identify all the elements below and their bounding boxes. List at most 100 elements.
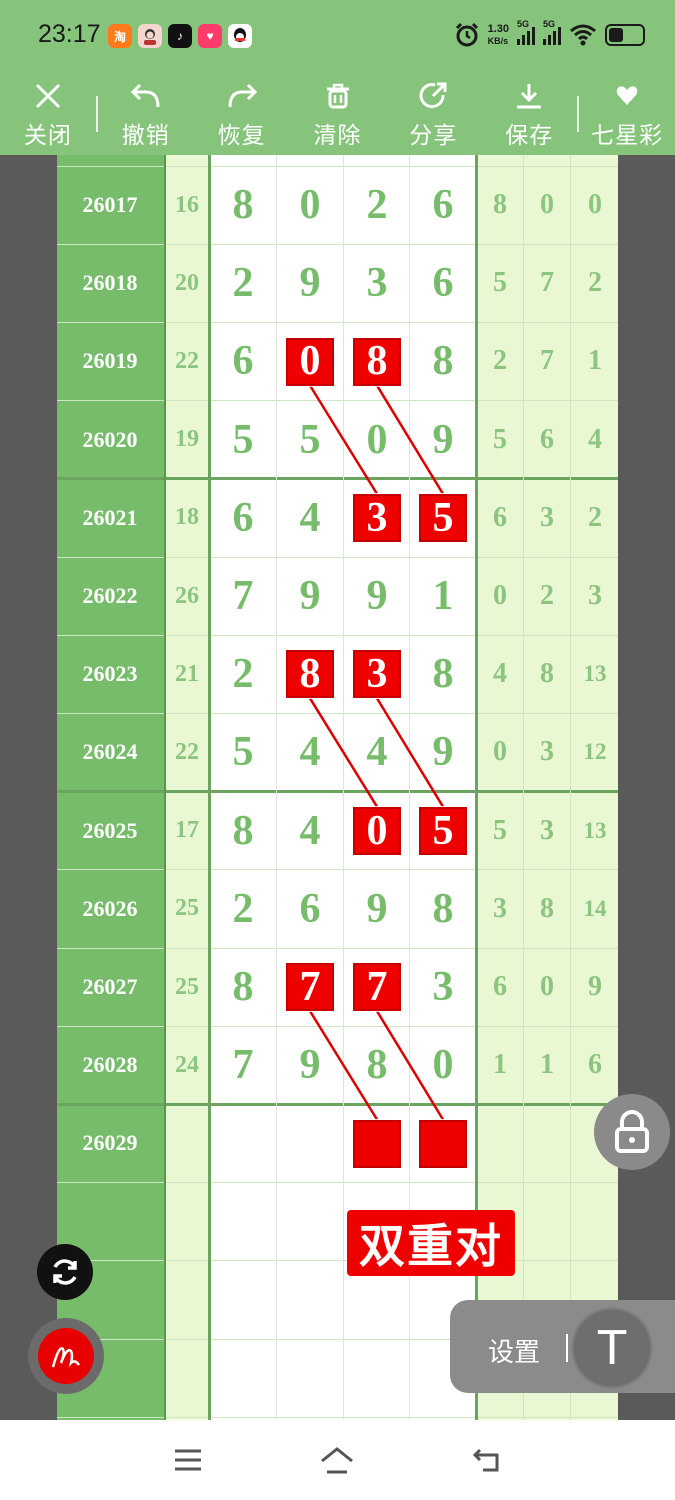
signal-5g-icon-1: 5G: [517, 19, 535, 45]
tail-value: 14: [583, 895, 607, 921]
tail-value: 0: [588, 189, 602, 221]
pen-tool-button[interactable]: [28, 1318, 104, 1394]
digit-cell: 6: [299, 885, 321, 932]
digit-cell: 5: [432, 494, 454, 541]
digit-cell: 2: [232, 651, 254, 698]
tail-value: 0: [493, 736, 507, 768]
sum-value: 21: [175, 660, 199, 687]
digit-cell: 7: [232, 1042, 254, 1089]
digit-cell: [415, 1104, 471, 1182]
digit-cell: 3: [366, 494, 388, 541]
tail-value: 0: [493, 580, 507, 612]
tail-value: 2: [540, 580, 554, 612]
sum-value: 25: [175, 973, 199, 1000]
text-tool-icon: T: [597, 1321, 627, 1375]
tail-value: 9: [588, 971, 602, 1003]
qq-icon: [228, 24, 252, 48]
home-nav-button[interactable]: [307, 1440, 367, 1480]
digit-cell: 3: [366, 260, 388, 307]
tail-value: 6: [540, 423, 554, 455]
tail-value: 13: [583, 661, 607, 687]
digit-cell: 8: [232, 807, 254, 854]
issue-number: 26017: [82, 192, 138, 218]
tail-value: 3: [540, 736, 554, 768]
tail-value: 5: [493, 423, 507, 455]
digit-cell: 3: [432, 964, 454, 1011]
lock-icon: [615, 1110, 649, 1153]
digit-cell: 7: [366, 964, 388, 1011]
lottery-type-dropdown[interactable]: 七星彩: [579, 78, 675, 150]
net-speed-value: 1.30: [487, 23, 509, 35]
clear-label: 清除: [313, 121, 362, 148]
digit-cell: 9: [299, 260, 321, 307]
tail-value: 1: [493, 1049, 507, 1081]
close-label: 关闭: [23, 121, 72, 148]
sum-value: [166, 1104, 208, 1182]
tail-value: 3: [588, 580, 602, 612]
clear-button[interactable]: 清除: [290, 78, 386, 150]
back-icon: [472, 1448, 499, 1472]
lottery-type-label: 七星彩: [591, 121, 664, 148]
digit-cell: 2: [366, 182, 388, 229]
sum-value: 18: [175, 504, 199, 531]
trash-icon: [324, 78, 352, 114]
close-button[interactable]: 关闭: [0, 78, 96, 150]
menu-icon: [175, 1449, 201, 1471]
rotate-button[interactable]: [37, 1244, 93, 1300]
issue-number: 26026: [82, 895, 138, 921]
digit-cell: 9: [432, 729, 454, 776]
scribble-icon: [51, 1347, 81, 1368]
digit-cell: 8: [432, 651, 454, 698]
digit-cell: 8: [432, 885, 454, 932]
tail-value: 2: [588, 501, 602, 533]
system-indicators: 1.30 KB/s 5G 5G: [454, 19, 645, 48]
share-icon: [418, 78, 448, 114]
tiktok-icon: ♪: [168, 24, 192, 48]
issue-number: 26025: [82, 817, 138, 843]
battery-icon: [605, 24, 645, 46]
tail-value: [524, 1104, 570, 1182]
share-button[interactable]: 分享: [385, 78, 481, 150]
digit-cell: 0: [299, 182, 321, 229]
tail-value: 3: [540, 814, 554, 846]
sum-value: 25: [175, 895, 199, 922]
digit-cell: [349, 1104, 405, 1182]
digit-cell: 8: [366, 338, 388, 385]
share-label: 分享: [409, 121, 458, 148]
tail-value: 5: [493, 814, 507, 846]
save-label: 保存: [505, 121, 554, 148]
digit-cell: [282, 1104, 338, 1182]
save-button[interactable]: 保存: [481, 78, 577, 150]
navigation-bar: [0, 1420, 675, 1500]
back-nav-button[interactable]: [457, 1440, 517, 1480]
download-icon: [514, 78, 544, 114]
pattern-annotation: 双重对: [347, 1210, 515, 1276]
digit-cell: 6: [432, 182, 454, 229]
tail-value: 1: [588, 345, 602, 377]
pen-color-swatch: [38, 1328, 94, 1384]
tail-value: 0: [540, 971, 554, 1003]
undo-button[interactable]: 撤销: [98, 78, 194, 150]
settings-button[interactable]: 设置: [488, 1332, 540, 1369]
tail-value: 2: [588, 267, 602, 299]
issue-number: 26020: [82, 426, 138, 452]
text-tool-button[interactable]: T: [574, 1310, 650, 1386]
issue-number: 26029: [82, 1130, 138, 1156]
digit-cell: 5: [232, 416, 254, 463]
home-icon: [321, 1447, 353, 1474]
digit-cell: 7: [299, 964, 321, 1011]
alarm-icon: [455, 22, 478, 47]
tail-value: 6: [493, 971, 507, 1003]
digit-cell: 9: [432, 416, 454, 463]
lock-button[interactable]: [594, 1094, 670, 1170]
redo-button[interactable]: 恢复: [194, 78, 290, 150]
issue-number: 26028: [82, 1052, 138, 1078]
trend-chart[interactable]: 26017 16 8 0 2 6 8 0 0 26018 20 2 9 3 6 5 7 2 26019 22 6 0 8 8 2…: [57, 155, 618, 1420]
digit-cell: 4: [366, 729, 388, 776]
digit-cell: 4: [299, 729, 321, 776]
digit-cell: 3: [366, 651, 388, 698]
digit-cell: 1: [432, 573, 454, 620]
tail-value: 2: [493, 345, 507, 377]
wifi-icon: [570, 24, 596, 46]
menu-nav-button[interactable]: [158, 1440, 218, 1480]
